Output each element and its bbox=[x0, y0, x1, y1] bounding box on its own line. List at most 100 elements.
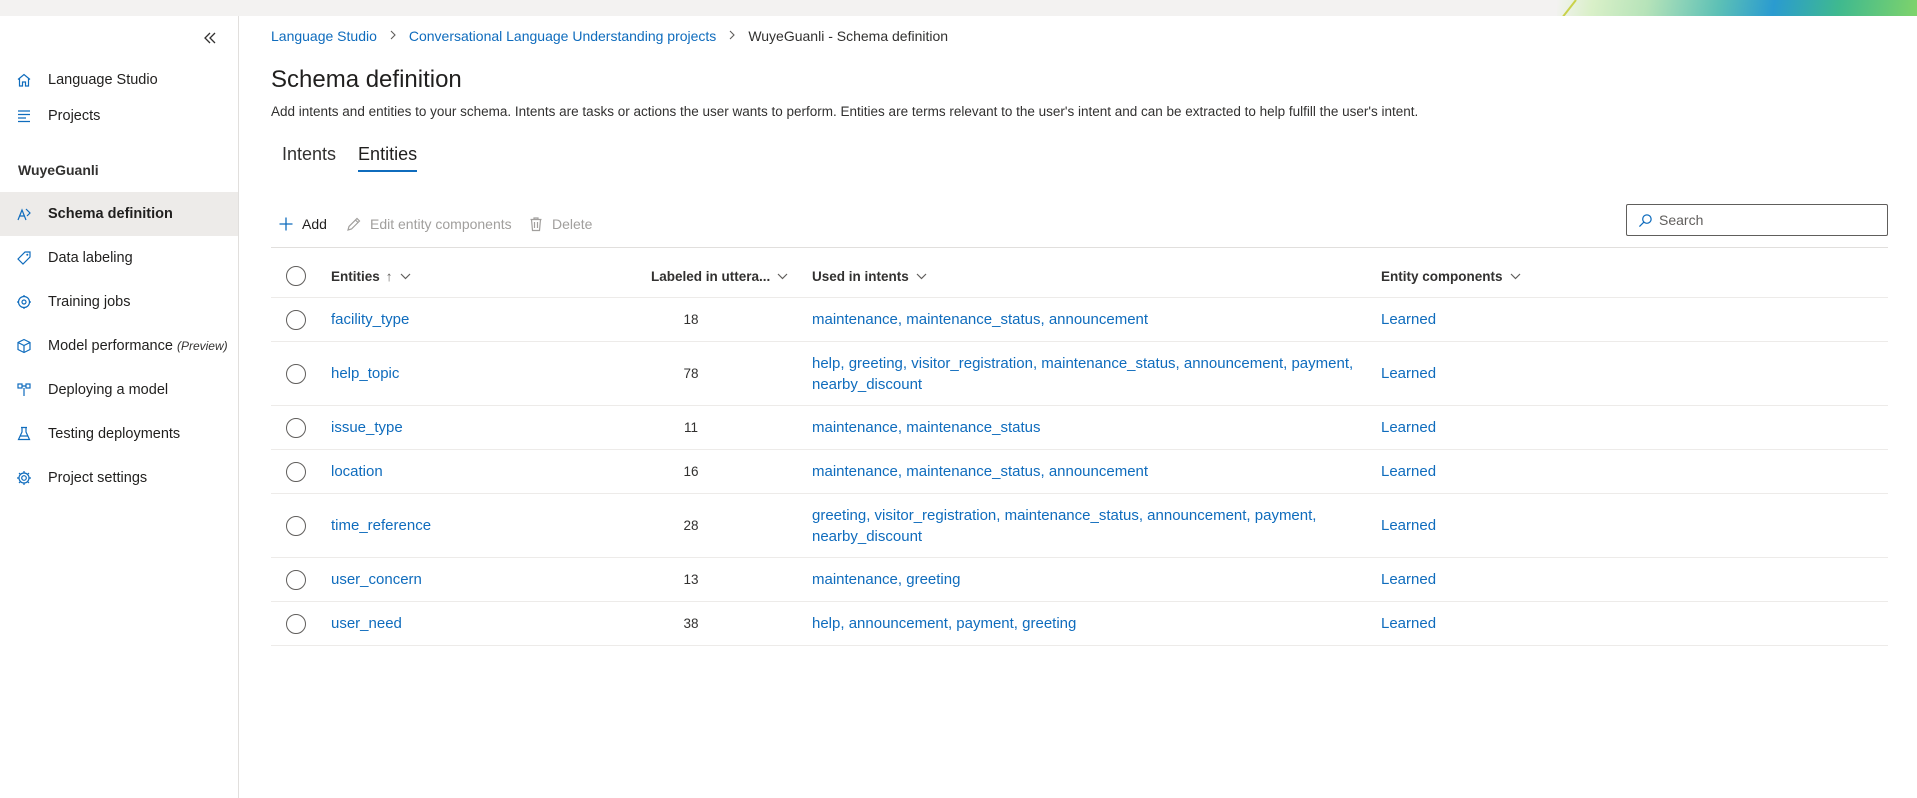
labeled-count: 28 bbox=[683, 518, 699, 533]
column-header-label: Used in intents bbox=[812, 268, 909, 284]
top-bar bbox=[0, 0, 1917, 16]
column-header-label: Labeled in uttera... bbox=[651, 268, 771, 284]
entity-name-link[interactable]: issue_type bbox=[331, 406, 403, 449]
entity-name-link[interactable]: time_reference bbox=[331, 494, 431, 557]
main-content: Language Studio Conversational Language … bbox=[271, 16, 1891, 798]
labeled-count: 18 bbox=[683, 312, 699, 327]
labeled-count: 16 bbox=[683, 464, 699, 479]
double-chevron-left-icon bbox=[204, 32, 216, 44]
row-select-radio[interactable] bbox=[286, 461, 306, 482]
entity-name-link[interactable]: facility_type bbox=[331, 298, 409, 341]
sidebar-item-label: Model performance bbox=[48, 338, 173, 354]
row-select-radio[interactable] bbox=[286, 309, 306, 330]
search-icon bbox=[1637, 212, 1653, 228]
table-row[interactable]: help_topic 78 help, greeting, visitor_re… bbox=[271, 342, 1888, 406]
sidebar-item-project-settings[interactable]: Project settings bbox=[0, 456, 238, 500]
delete-button[interactable]: Delete bbox=[527, 210, 592, 238]
used-in-intents[interactable]: help, greeting, visitor_registration, ma… bbox=[812, 342, 1372, 405]
used-in-intents[interactable]: maintenance, maintenance_status, announc… bbox=[812, 450, 1372, 493]
sidebar-item-label: Language Studio bbox=[48, 72, 158, 88]
column-header-entities[interactable]: Entities ↑ bbox=[331, 254, 411, 298]
used-in-intents[interactable]: help, announcement, payment, greeting bbox=[812, 602, 1372, 645]
breadcrumb: Language Studio Conversational Language … bbox=[271, 26, 948, 46]
sidebar-item-label: Training jobs bbox=[48, 294, 131, 310]
breadcrumb-link-language-studio[interactable]: Language Studio bbox=[271, 28, 377, 44]
table-row[interactable]: location 16 maintenance, maintenance_sta… bbox=[271, 450, 1888, 494]
gear-icon bbox=[15, 469, 33, 487]
sidebar-item-model-performance[interactable]: Model performance (Preview) bbox=[0, 324, 238, 368]
tab-intents[interactable]: Intents bbox=[271, 140, 347, 176]
cube-icon bbox=[15, 337, 33, 355]
command-bar: Add Edit entity components Delete bbox=[271, 200, 1888, 248]
sidebar-item-training-jobs[interactable]: Training jobs bbox=[0, 280, 238, 324]
sidebar-item-deploying-a-model[interactable]: Deploying a model bbox=[0, 368, 238, 412]
pencil-icon bbox=[345, 215, 363, 233]
breadcrumb-link-clu-projects[interactable]: Conversational Language Understanding pr… bbox=[409, 28, 716, 44]
column-header-entity-components[interactable]: Entity components bbox=[1381, 254, 1521, 298]
home-icon bbox=[15, 71, 33, 89]
entity-name-link[interactable]: help_topic bbox=[331, 342, 399, 405]
preview-tag: (Preview) bbox=[176, 339, 228, 353]
entities-grid: Entities ↑ Labeled in uttera... Used in … bbox=[271, 254, 1888, 646]
delete-button-label: Delete bbox=[552, 216, 593, 232]
add-button[interactable]: Add bbox=[277, 210, 327, 238]
entity-name-link[interactable]: location bbox=[331, 450, 383, 493]
training-icon bbox=[15, 293, 33, 311]
chevron-right-icon bbox=[389, 29, 397, 43]
table-row[interactable]: user_concern 13 maintenance, greeting Le… bbox=[271, 558, 1888, 602]
used-in-intents[interactable]: maintenance, maintenance_status bbox=[812, 406, 1372, 449]
sidebar: Language Studio Projects WuyeGuanli Sche… bbox=[0, 16, 239, 798]
sidebar-item-data-labeling[interactable]: Data labeling bbox=[0, 236, 238, 280]
entity-name-link[interactable]: user_need bbox=[331, 602, 402, 645]
add-button-label: Add bbox=[302, 216, 327, 232]
used-in-intents[interactable]: maintenance, maintenance_status, announc… bbox=[812, 298, 1372, 341]
list-icon bbox=[15, 107, 33, 125]
used-in-intents[interactable]: greeting, visitor_registration, maintena… bbox=[812, 494, 1372, 557]
sidebar-item-label: Schema definition bbox=[48, 206, 173, 222]
entity-components-link[interactable]: Learned bbox=[1381, 558, 1436, 601]
row-select-radio[interactable] bbox=[286, 613, 306, 634]
header-decoration bbox=[1557, 0, 1917, 16]
labeled-count: 78 bbox=[683, 366, 699, 381]
sidebar-item-schema-definition[interactable]: Schema definition bbox=[0, 192, 238, 236]
column-header-used-in-intents[interactable]: Used in intents bbox=[812, 254, 927, 298]
table-row[interactable]: facility_type 18 maintenance, maintenanc… bbox=[271, 298, 1888, 342]
tab-entities[interactable]: Entities bbox=[347, 140, 428, 176]
breadcrumb-current: WuyeGuanli - Schema definition bbox=[748, 28, 949, 44]
deploy-icon bbox=[15, 381, 33, 399]
entity-components-link[interactable]: Learned bbox=[1381, 494, 1436, 557]
tag-icon bbox=[15, 249, 33, 267]
sidebar-item-label: Projects bbox=[48, 108, 101, 124]
entity-components-link[interactable]: Learned bbox=[1381, 450, 1436, 493]
sidebar-item-label: Project settings bbox=[48, 470, 148, 486]
entity-components-link[interactable]: Learned bbox=[1381, 298, 1436, 341]
entity-components-link[interactable]: Learned bbox=[1381, 602, 1436, 645]
column-header-label: Entities bbox=[331, 268, 380, 284]
used-in-intents[interactable]: maintenance, greeting bbox=[812, 558, 1372, 601]
row-select-radio[interactable] bbox=[286, 417, 306, 438]
sidebar-item-label: Testing deployments bbox=[48, 426, 181, 442]
labeled-count: 13 bbox=[683, 572, 699, 587]
column-header-labeled[interactable]: Labeled in uttera... bbox=[651, 254, 788, 298]
sidebar-item-projects[interactable]: Projects bbox=[0, 94, 238, 138]
row-select-radio[interactable] bbox=[286, 515, 306, 536]
table-row[interactable]: time_reference 28 greeting, visitor_regi… bbox=[271, 494, 1888, 558]
row-select-radio[interactable] bbox=[286, 569, 306, 590]
row-select-radio[interactable] bbox=[286, 363, 306, 384]
entity-name-link[interactable]: user_concern bbox=[331, 558, 422, 601]
entity-components-link[interactable]: Learned bbox=[1381, 342, 1436, 405]
edit-entity-components-button[interactable]: Edit entity components bbox=[345, 210, 512, 238]
search-box[interactable] bbox=[1626, 204, 1888, 236]
select-all-radio[interactable] bbox=[286, 266, 306, 286]
collapse-sidebar-button[interactable] bbox=[198, 26, 222, 50]
table-row[interactable]: user_need 38 help, announcement, payment… bbox=[271, 602, 1888, 646]
page-title: Schema definition bbox=[271, 66, 462, 93]
sidebar-item-testing-deployments[interactable]: Testing deployments bbox=[0, 412, 238, 456]
entity-components-link[interactable]: Learned bbox=[1381, 406, 1436, 449]
search-input[interactable] bbox=[1659, 212, 1879, 228]
page-description: Add intents and entities to your schema.… bbox=[271, 104, 1419, 119]
edit-button-label: Edit entity components bbox=[370, 216, 512, 232]
chevron-right-icon bbox=[728, 29, 736, 43]
grid-header: Entities ↑ Labeled in uttera... Used in … bbox=[271, 254, 1888, 298]
table-row[interactable]: issue_type 11 maintenance, maintenance_s… bbox=[271, 406, 1888, 450]
